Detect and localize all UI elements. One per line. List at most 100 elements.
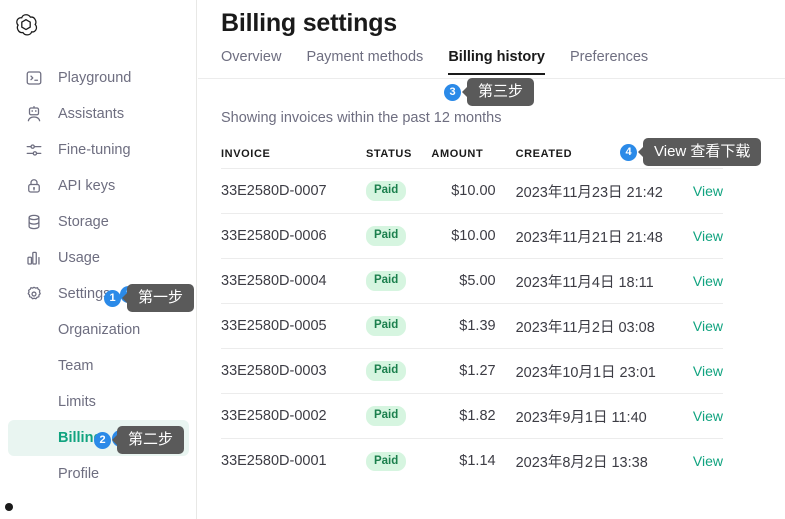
sidebar-item-storage[interactable]: Storage	[8, 204, 189, 240]
callout-step-4: 4 View 查看下载	[620, 138, 762, 167]
column-header-amount: AMOUNT	[431, 148, 484, 160]
cell-status: Paid	[365, 438, 432, 484]
cell-invoice: 33E2580D-0002	[221, 393, 366, 439]
cell-action: View	[662, 258, 723, 304]
cell-invoice: 33E2580D-0007	[221, 168, 366, 214]
sidebar-item-profile[interactable]: Profile	[8, 456, 189, 492]
cell-action: View	[662, 303, 723, 349]
database-icon	[24, 212, 44, 232]
tab-preferences[interactable]: Preferences	[570, 49, 661, 75]
table-row: 33E2580D-0007 Paid $10.00 2023年11月23日 21…	[221, 168, 723, 214]
status-badge: Paid	[365, 181, 407, 201]
view-link[interactable]: View	[693, 273, 723, 289]
cell-invoice: 33E2580D-0003	[221, 348, 366, 394]
callout-text: View 查看下载	[643, 138, 762, 167]
cell-amount: $1.14	[431, 438, 498, 484]
table-row: 33E2580D-0004 Paid $5.00 2023年11月4日 18:1…	[221, 258, 723, 304]
sliders-icon	[24, 140, 44, 160]
sidebar-item-label: Storage	[58, 214, 109, 230]
column-header-invoice: INVOICE	[221, 148, 271, 160]
cell-amount: $5.00	[431, 258, 498, 304]
cell-status: Paid	[365, 213, 432, 259]
table-row: 33E2580D-0003 Paid $1.27 2023年10月1日 23:0…	[221, 348, 723, 394]
sidebar-subitem-label: Limits	[58, 394, 96, 410]
lock-icon	[24, 176, 44, 196]
view-link[interactable]: View	[693, 453, 723, 469]
tabbar: Overview Payment methods Billing history…	[221, 49, 673, 75]
showing-invoices-note: Showing invoices within the past 12 mont…	[221, 110, 502, 126]
sidebar-item-usage[interactable]: Usage	[8, 240, 189, 276]
cell-status: Paid	[365, 393, 432, 439]
view-link[interactable]: View	[693, 363, 723, 379]
cell-invoice: 33E2580D-0001	[221, 438, 366, 484]
view-link[interactable]: View	[693, 408, 723, 424]
page-title: Billing settings	[221, 9, 397, 37]
table-body: 33E2580D-0007 Paid $10.00 2023年11月23日 21…	[221, 168, 723, 484]
callout-step-3: 3 第三步	[444, 78, 535, 107]
cell-amount: $1.39	[431, 303, 498, 349]
cell-action: View	[662, 393, 723, 439]
sidebar-item-label: Usage	[58, 250, 100, 266]
openai-logo-icon[interactable]	[11, 10, 41, 40]
bar-chart-icon	[24, 248, 44, 268]
cell-action: View	[662, 348, 723, 394]
callout-number: 1	[104, 289, 121, 307]
callout-step-1: 1 第一步	[104, 284, 195, 313]
cell-status: Paid	[365, 303, 432, 349]
cell-created: 2023年11月2日 03:08	[497, 303, 663, 349]
cell-amount: $1.27	[431, 348, 498, 394]
cell-created: 2023年11月4日 18:11	[497, 258, 663, 304]
status-badge: Paid	[365, 451, 407, 471]
cell-created: 2023年11月21日 21:48	[497, 213, 663, 259]
cell-action: View	[662, 213, 723, 259]
callout-number: 3	[444, 83, 461, 101]
cell-status: Paid	[365, 168, 432, 214]
cell-invoice: 33E2580D-0004	[221, 258, 366, 304]
tab-payment-methods[interactable]: Payment methods	[306, 49, 436, 75]
status-dot	[5, 503, 13, 511]
sidebar-item-organization[interactable]: Organization	[8, 312, 189, 348]
status-badge: Paid	[365, 271, 407, 291]
cell-created: 2023年11月23日 21:42	[497, 168, 663, 214]
sidebar-item-label: Playground	[58, 70, 132, 86]
table-row: 33E2580D-0001 Paid $1.14 2023年8月2日 13:38…	[221, 438, 723, 484]
cell-amount: $10.00	[431, 213, 498, 259]
view-link[interactable]: View	[693, 318, 723, 334]
callout-text: 第三步	[467, 78, 535, 107]
callout-number: 4	[620, 143, 637, 161]
column-header-status: STATUS	[365, 148, 412, 160]
cell-invoice: 33E2580D-0005	[221, 303, 366, 349]
sidebar-subitem-label: Profile	[58, 466, 100, 482]
callout-number: 2	[94, 431, 111, 449]
tab-overview[interactable]: Overview	[221, 49, 294, 75]
view-link[interactable]: View	[693, 183, 723, 199]
status-badge: Paid	[365, 361, 407, 381]
sidebar-item-playground[interactable]: Playground	[8, 60, 189, 96]
sidebar-item-api-keys[interactable]: API keys	[8, 168, 189, 204]
robot-icon	[24, 104, 44, 124]
app-root: Playground Assistants Fine-tuning API ke…	[0, 0, 785, 519]
sidebar-item-label: Settings	[58, 286, 111, 302]
sidebar-item-assistants[interactable]: Assistants	[8, 96, 189, 132]
cell-amount: $10.00	[431, 168, 498, 214]
sidebar-item-team[interactable]: Team	[8, 348, 189, 384]
sidebar-item-fine-tuning[interactable]: Fine-tuning	[8, 132, 189, 168]
sidebar-item-limits[interactable]: Limits	[8, 384, 189, 420]
sidebar-item-label: Assistants	[58, 106, 125, 122]
cell-amount: $1.82	[431, 393, 498, 439]
cell-status: Paid	[365, 258, 432, 304]
callout-text: 第二步	[117, 426, 185, 455]
sidebar-item-label: API keys	[58, 178, 116, 194]
sidebar-subitem-label: Team	[58, 358, 94, 374]
callout-text: 第一步	[127, 284, 195, 313]
view-link[interactable]: View	[693, 228, 723, 244]
cell-action: View	[662, 438, 723, 484]
cell-invoice: 33E2580D-0006	[221, 213, 366, 259]
callout-step-2: 2 第二步	[94, 426, 185, 455]
cell-action: View	[662, 168, 723, 214]
table-row: 33E2580D-0005 Paid $1.39 2023年11月2日 03:0…	[221, 303, 723, 349]
cell-created: 2023年8月2日 13:38	[497, 438, 663, 484]
table-row: 33E2580D-0002 Paid $1.82 2023年9月1日 11:40…	[221, 393, 723, 439]
tab-billing-history[interactable]: Billing history	[448, 49, 558, 75]
invoice-table: INVOICE STATUS AMOUNT CREATED 33E2580D-0…	[221, 148, 723, 484]
